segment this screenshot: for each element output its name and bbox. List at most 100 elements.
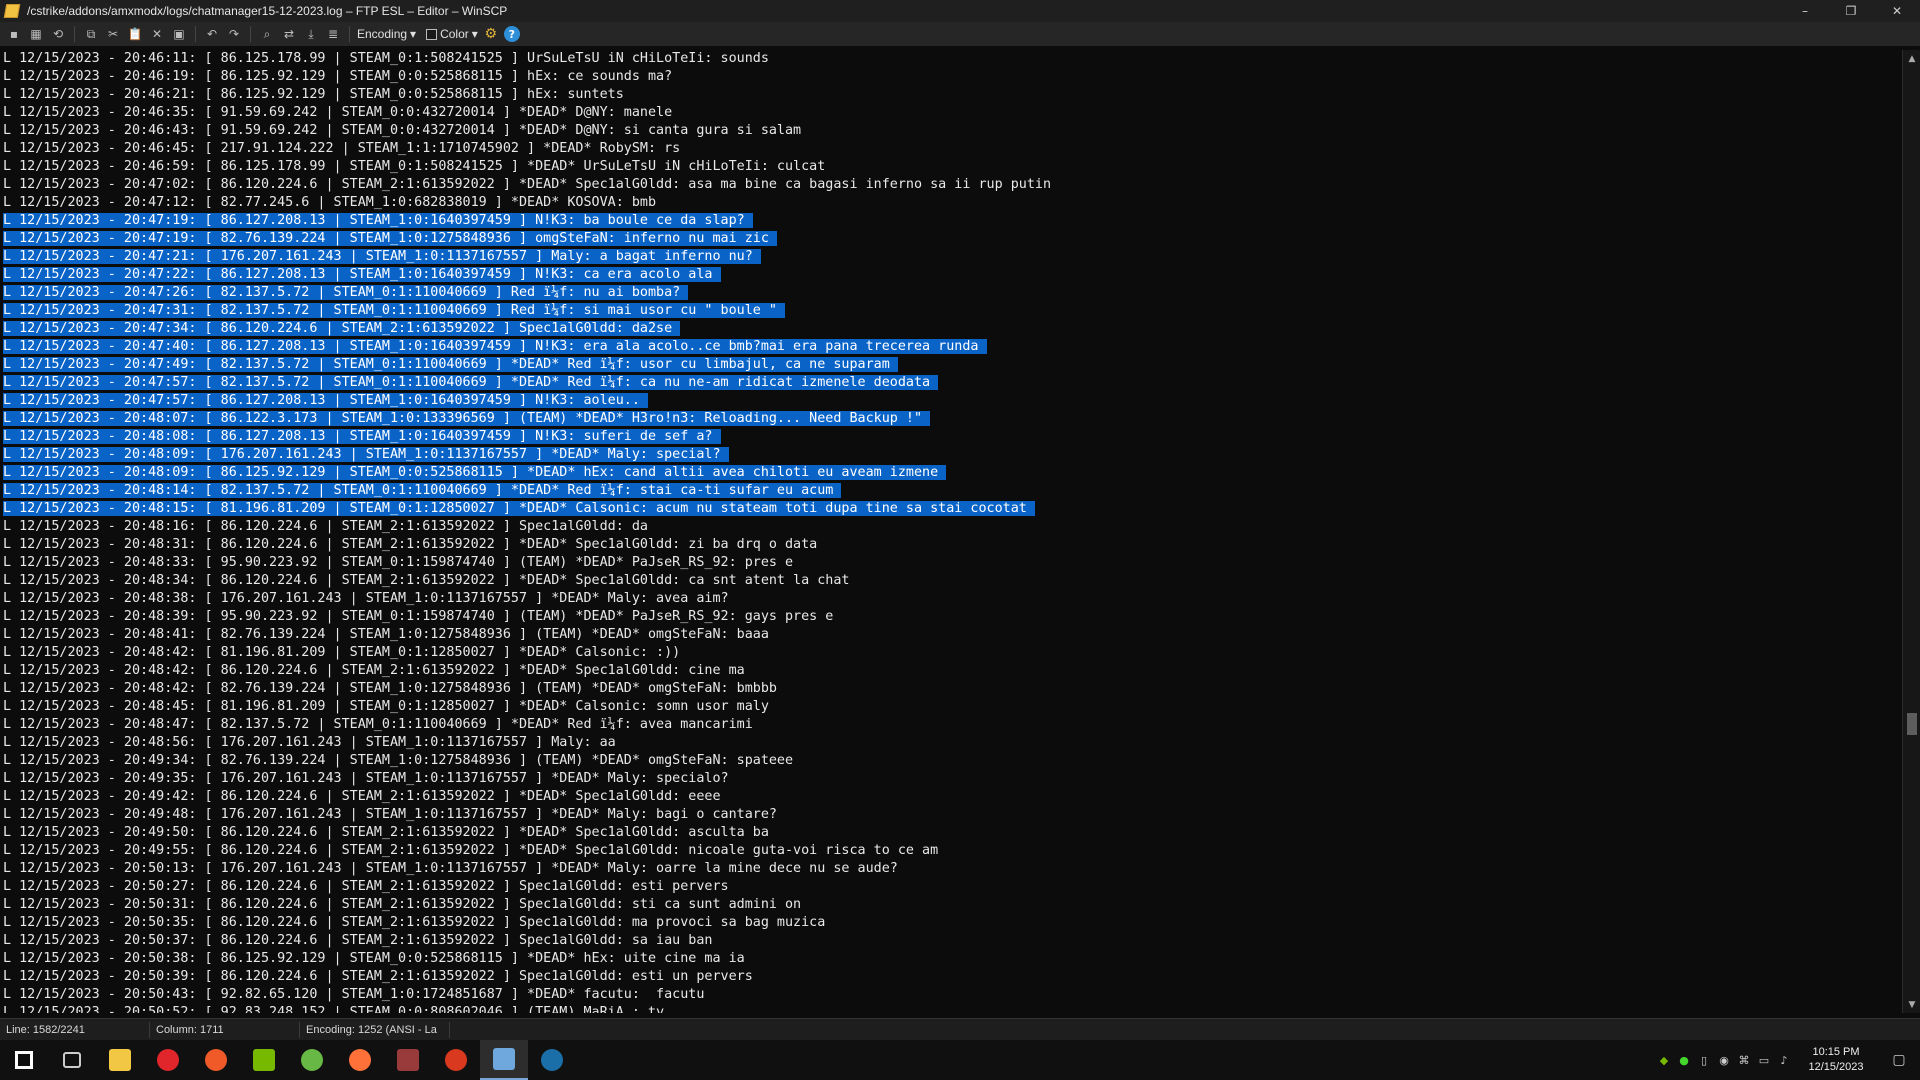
log-line[interactable]: L 12/15/2023 - 20:48:42: [ 81.196.81.209… [0,644,1902,662]
log-line[interactable]: L 12/15/2023 - 20:50:52: [ 92.83.248.152… [0,1004,1902,1013]
replace-icon[interactable]: ⇄ [280,25,298,43]
log-line[interactable]: L 12/15/2023 - 20:46:45: [ 217.91.124.22… [0,140,1902,158]
log-line[interactable]: L 12/15/2023 - 20:46:19: [ 86.125.92.129… [0,68,1902,86]
usb-tray-icon[interactable]: ▯ [1694,1040,1714,1080]
taskbar-item[interactable] [336,1040,384,1080]
log-line[interactable]: L 12/15/2023 - 20:48:15: [ 81.196.81.209… [0,500,1902,518]
goto-line-icon[interactable]: ≣ [324,25,342,43]
delete-icon[interactable]: ✕ [148,25,166,43]
log-line[interactable]: L 12/15/2023 - 20:49:35: [ 176.207.161.2… [0,770,1902,788]
taskbar-item[interactable] [0,1040,48,1080]
log-line[interactable]: L 12/15/2023 - 20:50:35: [ 86.120.224.6 … [0,914,1902,932]
reload-icon[interactable]: ⟲ [49,25,67,43]
scroll-down-icon[interactable]: ▼ [1903,996,1920,1013]
help-icon[interactable]: ? [503,26,520,42]
log-line[interactable]: L 12/15/2023 - 20:48:42: [ 82.76.139.224… [0,680,1902,698]
log-line[interactable]: L 12/15/2023 - 20:50:13: [ 176.207.161.2… [0,860,1902,878]
log-line[interactable]: L 12/15/2023 - 20:48:34: [ 86.120.224.6 … [0,572,1902,590]
log-line[interactable]: L 12/15/2023 - 20:47:57: [ 86.127.208.13… [0,392,1902,410]
log-line[interactable]: L 12/15/2023 - 20:47:02: [ 86.120.224.6 … [0,176,1902,194]
log-line[interactable]: L 12/15/2023 - 20:47:19: [ 86.127.208.13… [0,212,1902,230]
language-tray-icon[interactable]: ⌘ [1734,1040,1754,1080]
razer-tray-icon[interactable]: ● [1674,1040,1694,1080]
taskbar-item[interactable] [432,1040,480,1080]
volume-icon[interactable]: ♪ [1774,1040,1794,1080]
vertical-scrollbar[interactable]: ▲ ▼ [1902,50,1920,1013]
log-line[interactable]: L 12/15/2023 - 20:48:39: [ 95.90.223.92 … [0,608,1902,626]
log-line[interactable]: L 12/15/2023 - 20:47:40: [ 86.127.208.13… [0,338,1902,356]
nvidia-tray-icon[interactable]: ◆ [1654,1040,1674,1080]
color-dropdown[interactable]: Color ▾ [426,27,478,41]
log-line[interactable]: L 12/15/2023 - 20:49:48: [ 176.207.161.2… [0,806,1902,824]
log-line[interactable]: L 12/15/2023 - 20:48:56: [ 176.207.161.2… [0,734,1902,752]
encoding-dropdown[interactable]: Encoding ▾ [357,27,416,41]
log-line[interactable]: L 12/15/2023 - 20:47:26: [ 82.137.5.72 |… [0,284,1902,302]
taskbar-item[interactable] [96,1040,144,1080]
log-line[interactable]: L 12/15/2023 - 20:50:31: [ 86.120.224.6 … [0,896,1902,914]
steam-tray-icon[interactable]: ◉ [1714,1040,1734,1080]
minimize-button[interactable]: – [1782,0,1828,22]
log-line[interactable]: L 12/15/2023 - 20:47:19: [ 82.76.139.224… [0,230,1902,248]
taskbar-item[interactable] [48,1040,96,1080]
log-line[interactable]: L 12/15/2023 - 20:50:43: [ 92.82.65.120 … [0,986,1902,1004]
taskbar-clock[interactable]: 10:15 PM 12/15/2023 [1794,1045,1878,1075]
log-line[interactable]: L 12/15/2023 - 20:48:09: [ 86.125.92.129… [0,464,1902,482]
log-line[interactable]: L 12/15/2023 - 20:48:08: [ 86.127.208.13… [0,428,1902,446]
log-line[interactable]: L 12/15/2023 - 20:49:34: [ 82.76.139.224… [0,752,1902,770]
redo-icon[interactable]: ↷ [225,25,243,43]
copy-icon[interactable]: ⧉ [82,25,100,43]
log-line[interactable]: L 12/15/2023 - 20:50:37: [ 86.120.224.6 … [0,932,1902,950]
log-line[interactable]: L 12/15/2023 - 20:47:49: [ 82.137.5.72 |… [0,356,1902,374]
log-line[interactable]: L 12/15/2023 - 20:48:41: [ 82.76.139.224… [0,626,1902,644]
log-line[interactable]: L 12/15/2023 - 20:49:50: [ 86.120.224.6 … [0,824,1902,842]
find-icon[interactable]: ⌕ [258,25,276,43]
find-next-icon[interactable]: ⤓ [302,25,320,43]
log-line[interactable]: L 12/15/2023 - 20:46:43: [ 91.59.69.242 … [0,122,1902,140]
log-line[interactable]: L 12/15/2023 - 20:48:31: [ 86.120.224.6 … [0,536,1902,554]
close-button[interactable]: ✕ [1874,0,1920,22]
log-line[interactable]: L 12/15/2023 - 20:47:22: [ 86.127.208.13… [0,266,1902,284]
log-line[interactable]: L 12/15/2023 - 20:47:57: [ 82.137.5.72 |… [0,374,1902,392]
notification-icon[interactable]: ▢ [1878,1040,1920,1080]
taskbar-item[interactable] [144,1040,192,1080]
log-line[interactable]: L 12/15/2023 - 20:48:33: [ 95.90.223.92 … [0,554,1902,572]
log-line[interactable]: L 12/15/2023 - 20:47:21: [ 176.207.161.2… [0,248,1902,266]
log-line[interactable]: L 12/15/2023 - 20:50:39: [ 86.120.224.6 … [0,968,1902,986]
log-line[interactable]: L 12/15/2023 - 20:50:27: [ 86.120.224.6 … [0,878,1902,896]
taskbar-item[interactable] [480,1040,528,1080]
taskbar-item[interactable] [528,1040,576,1080]
gear-icon[interactable]: ⚙ [482,25,500,43]
log-line[interactable]: L 12/15/2023 - 20:48:45: [ 81.196.81.209… [0,698,1902,716]
save-all-icon[interactable]: ▦ [27,25,45,43]
network-icon[interactable]: ▭ [1754,1040,1774,1080]
log-line[interactable]: L 12/15/2023 - 20:46:11: [ 86.125.178.99… [0,50,1902,68]
cut-icon[interactable]: ✂ [104,25,122,43]
log-line[interactable]: L 12/15/2023 - 20:48:14: [ 82.137.5.72 |… [0,482,1902,500]
log-line[interactable]: L 12/15/2023 - 20:47:12: [ 82.77.245.6 |… [0,194,1902,212]
paste-icon[interactable]: 📋 [126,25,144,43]
log-line[interactable]: L 12/15/2023 - 20:48:38: [ 176.207.161.2… [0,590,1902,608]
scroll-up-icon[interactable]: ▲ [1903,50,1920,67]
log-line[interactable]: L 12/15/2023 - 20:47:31: [ 82.137.5.72 |… [0,302,1902,320]
undo-icon[interactable]: ↶ [203,25,221,43]
taskbar-item[interactable] [288,1040,336,1080]
log-line[interactable]: L 12/15/2023 - 20:48:47: [ 82.137.5.72 |… [0,716,1902,734]
log-line[interactable]: L 12/15/2023 - 20:48:42: [ 86.120.224.6 … [0,662,1902,680]
log-line[interactable]: L 12/15/2023 - 20:47:34: [ 86.120.224.6 … [0,320,1902,338]
scroll-thumb[interactable] [1907,713,1917,735]
log-line[interactable]: L 12/15/2023 - 20:48:16: [ 86.120.224.6 … [0,518,1902,536]
log-line[interactable]: L 12/15/2023 - 20:49:42: [ 86.120.224.6 … [0,788,1902,806]
log-line[interactable]: L 12/15/2023 - 20:48:07: [ 86.122.3.173 … [0,410,1902,428]
taskbar-item[interactable] [384,1040,432,1080]
restore-button[interactable]: ❐ [1828,0,1874,22]
taskbar-item[interactable] [192,1040,240,1080]
log-line[interactable]: L 12/15/2023 - 20:50:38: [ 86.125.92.129… [0,950,1902,968]
text-editor-area[interactable]: L 12/15/2023 - 20:46:11: [ 86.125.178.99… [0,50,1902,1013]
taskbar-item[interactable] [240,1040,288,1080]
log-line[interactable]: L 12/15/2023 - 20:46:21: [ 86.125.92.129… [0,86,1902,104]
select-all-icon[interactable]: ▣ [170,25,188,43]
save-icon[interactable]: ▪ [5,25,23,43]
log-line[interactable]: L 12/15/2023 - 20:46:59: [ 86.125.178.99… [0,158,1902,176]
log-line[interactable]: L 12/15/2023 - 20:49:55: [ 86.120.224.6 … [0,842,1902,860]
log-line[interactable]: L 12/15/2023 - 20:46:35: [ 91.59.69.242 … [0,104,1902,122]
